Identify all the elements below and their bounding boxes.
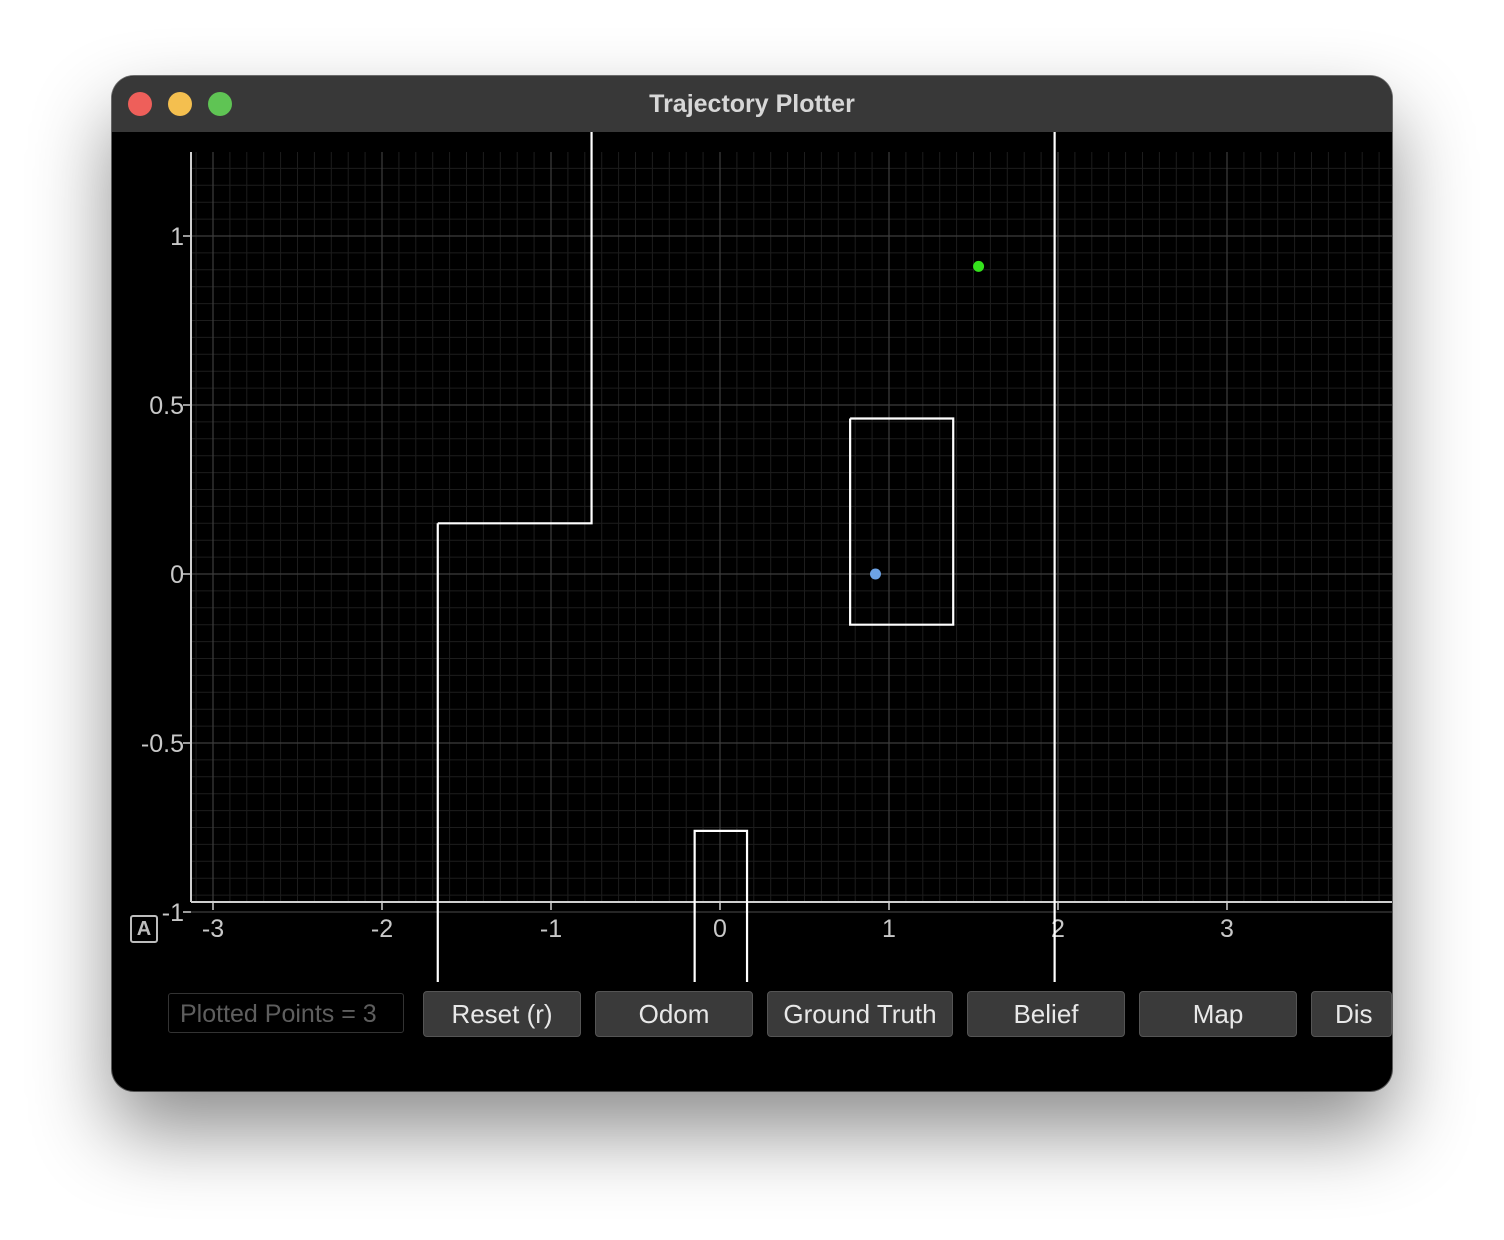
app-window: Trajectory Plotter -3-2-10123 21.510.50-… <box>112 76 1392 1091</box>
plot-axes <box>190 152 1392 903</box>
x-tick-label: 2 <box>1051 915 1065 943</box>
plotted-points-field: Plotted Points = 3 <box>168 993 404 1033</box>
odom-button[interactable]: Odom <box>595 991 753 1037</box>
dist-button[interactable]: Dis <box>1311 991 1392 1037</box>
reset-button[interactable]: Reset (r) <box>423 991 581 1037</box>
x-tick-label: 1 <box>882 915 896 943</box>
map-wall-segment <box>849 417 955 626</box>
x-tick-label: -3 <box>202 915 224 943</box>
y-tick-label: 0.5 <box>149 392 184 420</box>
x-tick-label: 0 <box>713 915 727 943</box>
y-tick-labels: 21.510.50-0.5-1-1.5 <box>141 223 184 927</box>
x-tick-label: -1 <box>540 915 562 943</box>
minor-gridlines <box>191 152 1392 902</box>
x-tick-labels: -3 -2 -1 0 1 2 3 <box>202 915 1234 943</box>
window-title: Trajectory Plotter <box>649 90 855 118</box>
y-tick-label: -1 <box>162 899 184 927</box>
title-bar[interactable]: Trajectory Plotter <box>112 76 1392 132</box>
autoscale-button[interactable]: A <box>130 915 158 943</box>
y-tick-label: 1 <box>170 223 184 251</box>
belief-button[interactable]: Belief <box>967 991 1125 1037</box>
y-tick-label: 0 <box>170 561 184 589</box>
y-tick-label: -0.5 <box>141 730 184 758</box>
map-button[interactable]: Map <box>1139 991 1297 1037</box>
odom-point <box>869 568 881 580</box>
bottom-toolbar: Plotted Points = 3 Reset (r) Odom Ground… <box>112 991 1392 1039</box>
ground-truth-button[interactable]: Ground Truth <box>767 991 953 1037</box>
trajectory-plot[interactable]: -3-2-10123 21.510.50-0.5-1-1.5 <box>112 132 1392 982</box>
x-tick-label: 3 <box>1220 915 1234 943</box>
x-tick-label: -2 <box>371 915 393 943</box>
ground-truth-point <box>973 260 985 272</box>
map-wall-segment <box>693 829 749 982</box>
